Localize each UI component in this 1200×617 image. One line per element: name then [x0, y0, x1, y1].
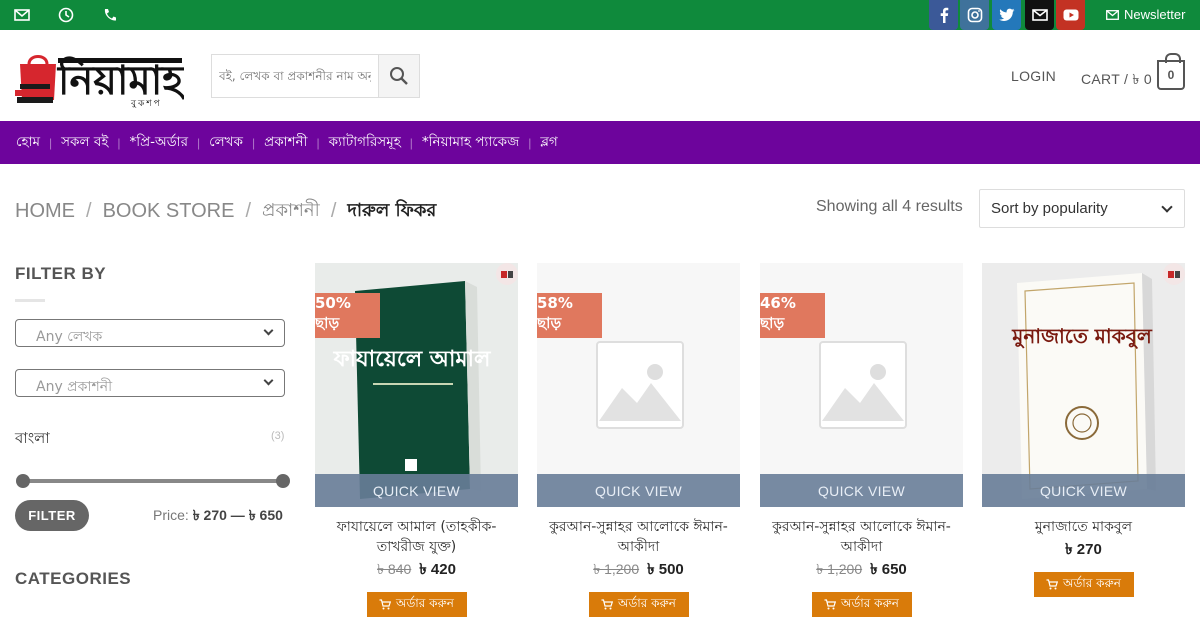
old-price: ৳ 1,200	[816, 561, 863, 577]
cart-link[interactable]: CART / ৳ 0	[1081, 68, 1152, 92]
search-input[interactable]	[212, 55, 379, 97]
login-link[interactable]: LOGIN	[1011, 68, 1056, 84]
author-filter-select[interactable]: Any লেখক	[15, 319, 285, 347]
book-cover-image: মুনাজাতে মাকবুল	[982, 263, 1185, 507]
product-image[interactable]: ফাযায়েলে আমাল 50% ছাড় QUICK VIEW	[315, 263, 518, 507]
instagram-icon[interactable]	[960, 0, 989, 30]
price-range-value: ৳ 270 — ৳ 650	[192, 507, 283, 523]
youtube-icon[interactable]	[1056, 0, 1085, 30]
product-price: ৳ 270	[982, 538, 1185, 563]
nav-item-categories[interactable]: ক্যাটাগরিসমূহ	[329, 131, 401, 154]
clock-icon[interactable]	[58, 7, 74, 23]
breadcrumb-publisher[interactable]: প্রকাশনী	[262, 196, 320, 227]
top-bar: Newsletter	[0, 0, 1200, 30]
search-icon	[390, 67, 408, 85]
search-bar	[211, 54, 420, 98]
svg-text:নিয়ামাহ: নিয়ামাহ	[56, 56, 184, 104]
divider	[15, 299, 45, 302]
nav-item-home[interactable]: হোম	[16, 131, 40, 154]
cart-icon	[601, 599, 614, 610]
discount-badge: 46% ছাড়	[760, 293, 825, 338]
old-price: ৳ 1,200	[593, 561, 640, 577]
cart-icon	[824, 599, 837, 610]
newsletter-icon	[1106, 9, 1119, 20]
breadcrumb-home[interactable]: HOME	[15, 200, 75, 223]
price-slider-track[interactable]	[22, 479, 284, 483]
product-price: ৳ 1,200 ৳ 500	[537, 558, 740, 583]
sale-price: ৳ 500	[647, 561, 684, 578]
newsletter-label: Newsletter	[1124, 7, 1186, 22]
chevron-down-icon	[1161, 201, 1173, 213]
sale-price: ৳ 270	[1065, 541, 1102, 558]
sale-price: ৳ 420	[419, 561, 456, 578]
nav-item-publishers[interactable]: প্রকাশনী	[264, 131, 307, 154]
order-button[interactable]: অর্ডার করুন	[811, 592, 912, 617]
product-price: ৳ 840 ৳ 420	[315, 558, 518, 583]
sort-select[interactable]: Sort by popularity	[979, 189, 1185, 228]
quick-view-button[interactable]: QUICK VIEW	[982, 474, 1185, 507]
publisher-filter-select[interactable]: Any প্রকাশনী	[15, 369, 285, 397]
product-image[interactable]: 46% ছাড় QUICK VIEW	[760, 263, 963, 507]
price-slider-min-handle[interactable]	[16, 474, 30, 488]
cart-icon	[1046, 579, 1059, 590]
main-nav: হোম | সকল বই | *প্রি-অর্ডার | লেখক | প্রকাশন…	[0, 121, 1200, 164]
product-card[interactable]: 58% ছাড় QUICK VIEW কুরআন-সুন্নাহর আলোকে…	[537, 263, 740, 617]
discount-badge: 50% ছাড়	[315, 293, 380, 338]
results-count: Showing all 4 results	[816, 198, 963, 215]
quick-view-button[interactable]: QUICK VIEW	[760, 474, 963, 507]
svg-text:ফাযায়েলে আমাল: ফাযায়েলে আমাল	[333, 347, 492, 372]
product-price: ৳ 1,200 ৳ 650	[760, 558, 963, 583]
product-card[interactable]: মুনাজাতে মাকবুল QUICK VIEW মুনাজাতে মাকব…	[982, 263, 1185, 597]
site-header: নিয়ামাহ বুকশপ LOGIN CART / ৳ 0 0	[0, 30, 1200, 121]
phone-icon[interactable]	[102, 7, 118, 23]
facebook-icon[interactable]	[929, 0, 958, 30]
nav-item-package[interactable]: *নিয়ামাহ প্যাকেজ	[422, 131, 519, 154]
breadcrumb: HOME / BOOK STORE / প্রকাশনী / দারুল ফিক…	[15, 196, 436, 227]
cart-count-badge[interactable]: 0	[1157, 53, 1185, 90]
quick-view-button[interactable]: QUICK VIEW	[315, 474, 518, 507]
nav-item-all-books[interactable]: সকল বই	[61, 131, 108, 154]
product-card[interactable]: 46% ছাড় QUICK VIEW কুরআন-সুন্নাহর আলোকে…	[760, 263, 963, 617]
filter-button[interactable]: FILTER	[15, 500, 89, 531]
breadcrumb-current: দারুল ফিকর	[347, 200, 437, 221]
wishlist-icon[interactable]	[1163, 263, 1185, 285]
order-button[interactable]: অর্ডার করুন	[1033, 572, 1134, 597]
product-title[interactable]: ফাযায়েলে আমাল (তাহকীক-তাখরীজ যুক্ত)	[315, 517, 518, 557]
product-title[interactable]: মুনাজাতে মাকবুল	[982, 517, 1185, 537]
product-image[interactable]: মুনাজাতে মাকবুল QUICK VIEW	[982, 263, 1185, 507]
wishlist-icon[interactable]	[496, 263, 518, 285]
twitter-icon[interactable]	[992, 0, 1021, 30]
filter-title: FILTER BY	[15, 264, 107, 283]
price-range-label: Price: ৳ 270 — ৳ 650	[153, 507, 283, 523]
breadcrumb-book-store[interactable]: BOOK STORE	[103, 200, 235, 223]
nav-item-pre-order[interactable]: *প্রি-অর্ডার	[129, 131, 188, 154]
product-title[interactable]: কুরআন-সুন্নাহর আলোকে ঈমান-আকীদা	[537, 517, 740, 557]
site-logo[interactable]: নিয়ামাহ বুকশপ	[14, 44, 186, 113]
chevron-down-icon	[263, 325, 274, 336]
nav-item-blog[interactable]: ব্লগ	[540, 131, 557, 154]
product-card[interactable]: ফাযায়েলে আমাল 50% ছাড় QUICK VIEW ফাযায…	[315, 263, 518, 617]
sort-selected-value: Sort by popularity	[991, 200, 1108, 217]
price-slider-max-handle[interactable]	[276, 474, 290, 488]
newsletter-link[interactable]: Newsletter	[1106, 7, 1185, 22]
language-count: (3)	[271, 430, 285, 442]
language-filter-bangla[interactable]: বাংলা	[15, 427, 50, 452]
search-button[interactable]	[378, 55, 419, 97]
categories-title: CATEGORIES	[15, 569, 132, 588]
cart-icon	[379, 599, 392, 610]
chevron-down-icon	[263, 375, 274, 386]
email-icon[interactable]	[1025, 0, 1054, 30]
order-button[interactable]: অর্ডার করুন	[366, 592, 467, 617]
product-image[interactable]: 58% ছাড় QUICK VIEW	[537, 263, 740, 507]
old-price: ৳ 840	[377, 561, 412, 577]
envelope-icon[interactable]	[14, 7, 30, 23]
svg-text:মুনাজাতে মাকবুল: মুনাজাতে মাকবুল	[1011, 324, 1153, 349]
product-title[interactable]: কুরআন-সুন্নাহর আলোকে ঈমান-আকীদা	[760, 517, 963, 557]
sale-price: ৳ 650	[870, 561, 907, 578]
discount-badge: 58% ছাড়	[537, 293, 602, 338]
quick-view-button[interactable]: QUICK VIEW	[537, 474, 740, 507]
nav-item-authors[interactable]: লেখক	[209, 131, 243, 154]
svg-text:বুকশপ: বুকশপ	[130, 99, 162, 108]
order-button[interactable]: অর্ডার করুন	[588, 592, 689, 617]
